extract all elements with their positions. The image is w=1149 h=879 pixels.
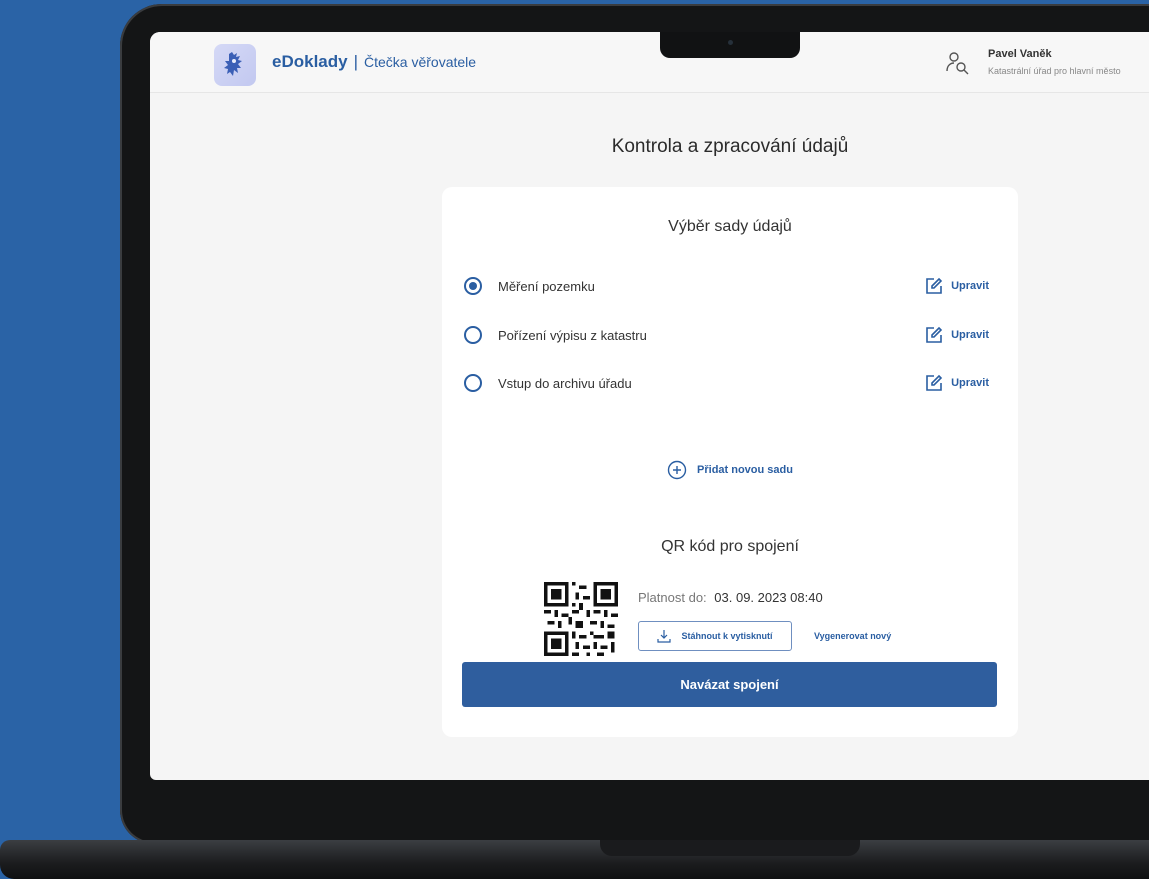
app-header: eDoklady | Čtečka věřovatele Pavel Vaněk K… (150, 32, 1149, 93)
download-icon (657, 630, 672, 643)
laptop-base (0, 840, 1149, 879)
data-set-option[interactable]: Pořízení výpisu z katastru Upravit (464, 321, 989, 349)
edit-label: Upravit (951, 280, 989, 292)
regenerate-qr-link[interactable]: Vygenerovat nový (814, 631, 891, 641)
validity-value: 03. 09. 2023 08:40 (714, 590, 823, 605)
main-card: Výběr sady údajů Měření pozemku Upravit … (442, 187, 1018, 737)
user-search-icon[interactable] (945, 50, 971, 76)
data-set-section-title: Výběr sady údajů (668, 218, 792, 235)
brand-name: eDoklady (272, 52, 348, 71)
plus-circle-icon (667, 460, 687, 480)
download-print-label: Stáhnout k vytisknutí (681, 631, 773, 641)
app-brand: eDoklady | Čtečka věřovatele (272, 52, 476, 72)
data-set-option[interactable]: Měření pozemku Upravit (464, 272, 989, 300)
data-set-label: Měření pozemku (498, 278, 595, 294)
brand-separator: | (353, 52, 359, 71)
edit-icon (926, 374, 943, 391)
user-organization: Katastrální úřad pro hlavní město (988, 66, 1121, 76)
edit-icon (926, 326, 943, 343)
edit-icon (926, 277, 943, 294)
brand-subtitle: Čtečka věřovatele (364, 54, 477, 70)
download-print-button[interactable]: Stáhnout k vytisknutí (638, 621, 792, 651)
qr-code-icon (544, 582, 618, 656)
qr-section-title: QR kód pro spojení (661, 538, 799, 555)
add-data-set-button[interactable]: Přidat novou sadu (442, 460, 1018, 480)
laptop-base-notch (600, 840, 860, 856)
radio-unselected-icon[interactable] (464, 374, 482, 392)
camera-icon (728, 40, 733, 45)
connect-button-label: Navázat spojení (680, 677, 779, 692)
data-set-label: Vstup do archivu úřadu (498, 375, 632, 391)
edit-label: Upravit (951, 329, 989, 341)
data-set-option[interactable]: Vstup do archivu úřadu Upravit (464, 369, 989, 397)
app-screen: eDoklady | Čtečka věřovatele Pavel Vaněk K… (150, 32, 1149, 780)
page-title: Kontrola a zpracování údajů (611, 136, 849, 157)
edit-button[interactable]: Upravit (925, 326, 989, 344)
radio-unselected-icon[interactable] (464, 326, 482, 344)
camera-notch (660, 32, 800, 58)
radio-selected-icon[interactable] (464, 277, 482, 295)
data-set-label: Pořízení výpisu z katastru (498, 327, 647, 343)
lion-logo-icon (214, 44, 256, 86)
edit-button[interactable]: Upravit (925, 374, 989, 392)
user-name[interactable]: Pavel Vaněk (988, 48, 1052, 60)
edit-label: Upravit (951, 377, 989, 389)
validity-label: Platnost do: (638, 590, 707, 605)
edit-button[interactable]: Upravit (925, 277, 989, 295)
qr-validity: Platnost do: 03. 09. 2023 08:40 (638, 590, 823, 605)
connect-button[interactable]: Navázat spojení (462, 662, 997, 707)
add-data-set-label: Přidat novou sadu (697, 464, 793, 476)
